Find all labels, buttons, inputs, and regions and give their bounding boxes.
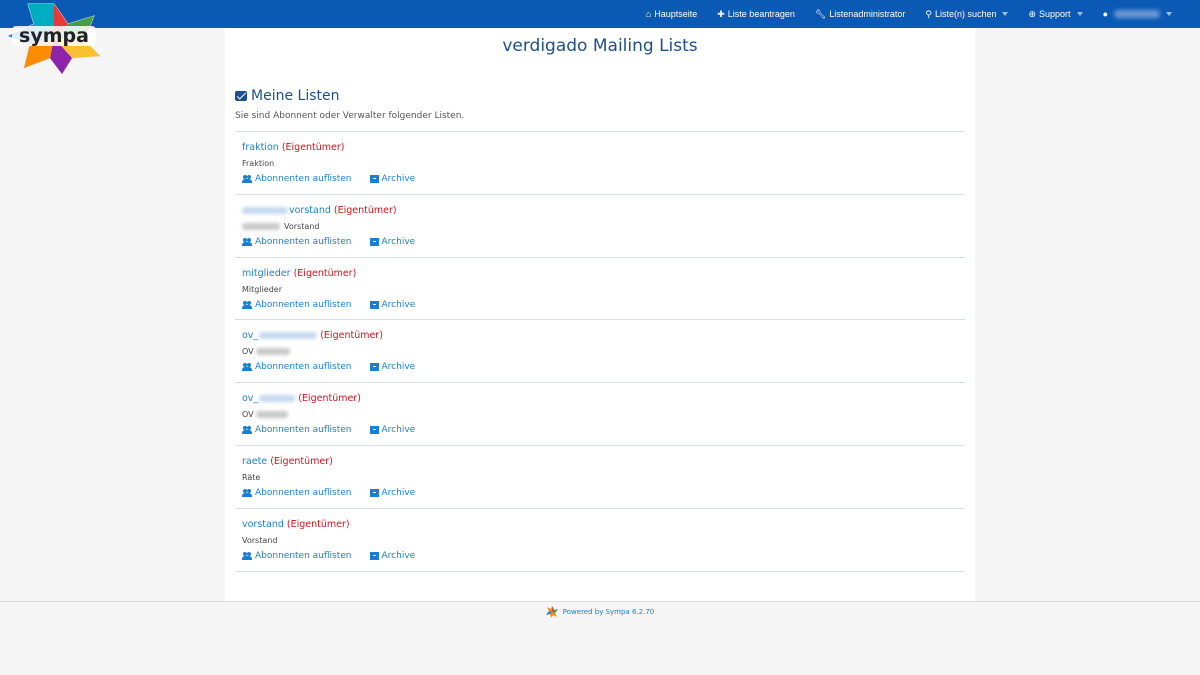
main-panel: verdigado Mailing Lists Meine Listen Sie… [225,28,975,601]
chevron-down-icon [1002,12,1009,16]
users-icon [242,175,252,183]
list-item: mitglieder (Eigentümer) Mitglieder Abonn… [235,258,965,321]
archive-icon [369,237,379,246]
sympa-small-logo-icon [545,606,558,618]
powered-by-link[interactable]: Powered by Sympa 6.2.70 [563,608,654,616]
nav-home[interactable]: ⌂ Hauptseite [636,0,707,28]
list-role: (Eigentümer) [286,518,350,530]
list-role: (Eigentümer) [298,393,361,405]
list-name-link[interactable]: ov_ [242,330,318,341]
list-name-link[interactable]: vorstand [242,205,331,216]
archive-link[interactable]: Archive [369,551,415,561]
list-name-link[interactable]: mitglieder [242,268,291,279]
footer-divider [0,601,1200,602]
list-item: fraktion (Eigentümer) Fraktion Abonnente… [235,132,965,195]
archive-link[interactable]: Archive [369,362,415,372]
archive-icon [369,551,379,560]
chevron-down-icon [1166,12,1172,16]
redacted-username [1114,10,1160,18]
list-role: (Eigentümer) [293,267,357,279]
list-item: vorstand (Eigentümer) Vorstand Abonnente… [235,195,965,258]
subscribers-link[interactable]: Abonnenten auflisten [242,237,352,247]
users-icon [242,488,252,497]
chevron-down-icon [1076,12,1083,16]
list-description: Fraktion [242,159,275,168]
users-icon [242,237,252,246]
list-description: Mitglieder [242,284,282,294]
archive-link[interactable]: Archive [369,300,415,310]
subscribers-link[interactable]: Abonnenten auflisten [242,174,352,184]
list-role: (Eigentümer) [333,204,397,216]
list-description: Vorstand [242,222,319,231]
subscribers-link[interactable]: Abonnenten auflisten [242,300,352,310]
list-name-link[interactable]: ov_ [242,393,296,404]
lifebuoy-icon: ⊕ [1028,8,1037,19]
redacted-text [242,206,288,214]
archive-link[interactable]: Archive [369,174,415,184]
users-icon [242,363,252,372]
redacted-text [259,332,318,340]
nav-support[interactable]: ⊕ Support [1018,0,1092,28]
sympa-logo[interactable]: sympa [6,2,102,74]
list-role: (Eigentümer) [281,142,345,153]
redacted-text [256,348,291,356]
list-role: (Eigentümer) [320,330,383,342]
archive-link[interactable]: Archive [369,237,415,247]
footer: Powered by Sympa 6.2.70 [0,606,1200,618]
list-name-link[interactable]: fraktion [242,142,279,153]
subscribers-link[interactable]: Abonnenten auflisten [242,551,352,561]
list-description: OV [242,347,291,356]
users-icon [242,551,252,560]
list-item: vorstand (Eigentümer) Vorstand Abonnente… [235,509,965,572]
redacted-text [256,411,289,419]
list-item: ov_ (Eigentümer) OV Abonnenten auflisten… [235,320,965,384]
logo-text: sympa [19,25,89,47]
page-title: verdigado Mailing Lists [502,36,698,56]
nav-request-list[interactable]: ✚ Liste beantragen [707,0,805,28]
nav-search-lists[interactable]: ⚲ Liste(n) suchen [915,0,1018,28]
list-item: raete (Eigentümer) Räte Abonnenten aufli… [235,446,965,509]
archive-icon [369,363,379,372]
list-item: ov_ (Eigentümer) OV Abonnenten auflisten… [235,383,965,446]
envelope-icon [235,91,247,101]
intro-text: Sie sind Abonnent oder Verwalter folgend… [235,111,465,121]
search-icon: ⚲ [925,8,932,19]
my-lists: fraktion (Eigentümer) Fraktion Abonnente… [235,131,965,572]
archive-icon [369,426,379,435]
redacted-text [242,222,280,230]
subscribers-link[interactable]: Abonnenten auflisten [242,362,352,372]
main-nav: ⌂ Hauptseite ✚ Liste beantragen 🔧︎ Liste… [636,0,1182,28]
list-description: Räte [242,472,261,482]
archive-link[interactable]: Archive [369,425,415,435]
users-icon [242,426,252,435]
nav-user-menu[interactable]: ● [1093,0,1182,28]
list-name-link[interactable]: raete [242,456,267,467]
users-icon [242,300,252,309]
list-name-link[interactable]: vorstand [242,519,284,530]
top-navbar: ⌂ Hauptseite ✚ Liste beantragen 🔧︎ Liste… [0,0,1200,28]
archive-link[interactable]: Archive [369,488,415,498]
archive-icon [369,300,379,309]
home-icon: ⌂ [645,9,652,19]
list-role: (Eigentümer) [270,455,333,467]
section-title: Meine Listen [235,88,339,104]
subscribers-link[interactable]: Abonnenten auflisten [242,425,352,435]
subscribers-link[interactable]: Abonnenten auflisten [242,488,352,498]
plus-icon: ✚ [717,8,725,19]
redacted-text [259,395,296,403]
wrench-icon: 🔧︎ [814,8,827,19]
nav-list-admin[interactable]: 🔧︎ Listenadministrator [805,0,915,28]
list-description: OV [242,410,289,419]
user-icon: ● [1102,9,1108,19]
list-description: Vorstand [242,535,278,545]
archive-icon [369,175,379,183]
archive-icon [369,488,379,497]
